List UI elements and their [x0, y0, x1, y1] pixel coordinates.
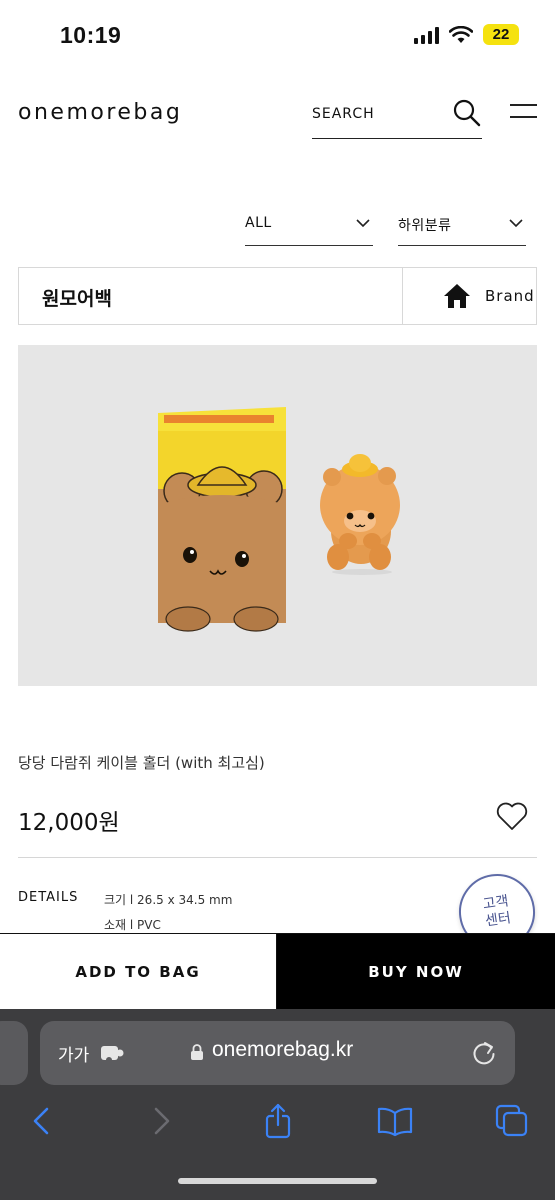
extension-icon[interactable] [100, 1044, 124, 1062]
product-name: 당당 다람쥐 케이블 홀더 (with 최고심) [18, 754, 265, 772]
product-illustration [158, 407, 400, 632]
bookmarks-icon[interactable] [377, 1103, 413, 1139]
home-icon [444, 284, 470, 308]
brand-title: 원모어백 [42, 288, 112, 310]
hamburger-menu-icon[interactable] [510, 104, 537, 120]
site-logo[interactable]: onemorebag [18, 100, 182, 125]
previous-tab-preview[interactable] [0, 1021, 28, 1085]
status-icons: 22 [414, 24, 519, 45]
customer-center-label: 센터 [484, 910, 512, 930]
category-filter-select[interactable]: ALL [245, 203, 373, 246]
category-filter-value: ALL [245, 215, 272, 231]
wifi-icon [449, 25, 473, 43]
divider [18, 857, 537, 858]
page-settings-button[interactable]: 가가 [58, 1041, 89, 1066]
reload-icon[interactable] [471, 1039, 497, 1067]
back-arrow-icon[interactable] [24, 1103, 60, 1139]
chevron-down-icon [356, 219, 370, 228]
url-text: onemorebag.kr [212, 1038, 354, 1061]
address-bar[interactable]: 가가 onemorebag.kr [40, 1021, 515, 1085]
chevron-down-icon [509, 219, 523, 228]
lock-icon [191, 1044, 203, 1060]
buy-now-button[interactable]: BUY NOW [277, 934, 555, 1009]
share-icon[interactable] [260, 1103, 296, 1139]
product-price: 12,000원 [18, 810, 120, 836]
search-label: SEARCH [312, 106, 375, 122]
forward-arrow-icon[interactable] [143, 1103, 179, 1139]
status-time: 10:19 [60, 22, 122, 48]
tabs-icon[interactable] [494, 1103, 530, 1139]
subcategory-filter-value: 하위분류 [398, 218, 452, 234]
search-icon[interactable] [452, 98, 482, 128]
brand-link-label: Brand [485, 287, 535, 305]
search-bar[interactable]: SEARCH [312, 96, 482, 139]
battery-indicator: 22 [483, 24, 519, 45]
detail-material: 소재 l PVC [104, 918, 161, 932]
heart-icon[interactable] [496, 801, 528, 831]
cellular-signal-icon [414, 26, 439, 44]
home-indicator [178, 1178, 377, 1184]
brand-home-button[interactable]: Brand [423, 268, 537, 324]
status-bar: 10:19 22 [0, 0, 555, 74]
brand-breadcrumb: 원모어백 Brand [18, 267, 537, 325]
divider [402, 268, 403, 324]
details-label: DETAILS [18, 890, 79, 905]
add-to-bag-button[interactable]: ADD TO BAG [0, 934, 277, 1009]
product-image[interactable] [18, 345, 537, 686]
browser-toolbar: 가가 onemorebag.kr [0, 1009, 555, 1200]
subcategory-filter-select[interactable]: 하위분류 [398, 203, 526, 246]
purchase-actions: ADD TO BAG BUY NOW [0, 933, 555, 1009]
detail-size: 크기 l 26.5 x 34.5 mm [104, 893, 233, 907]
